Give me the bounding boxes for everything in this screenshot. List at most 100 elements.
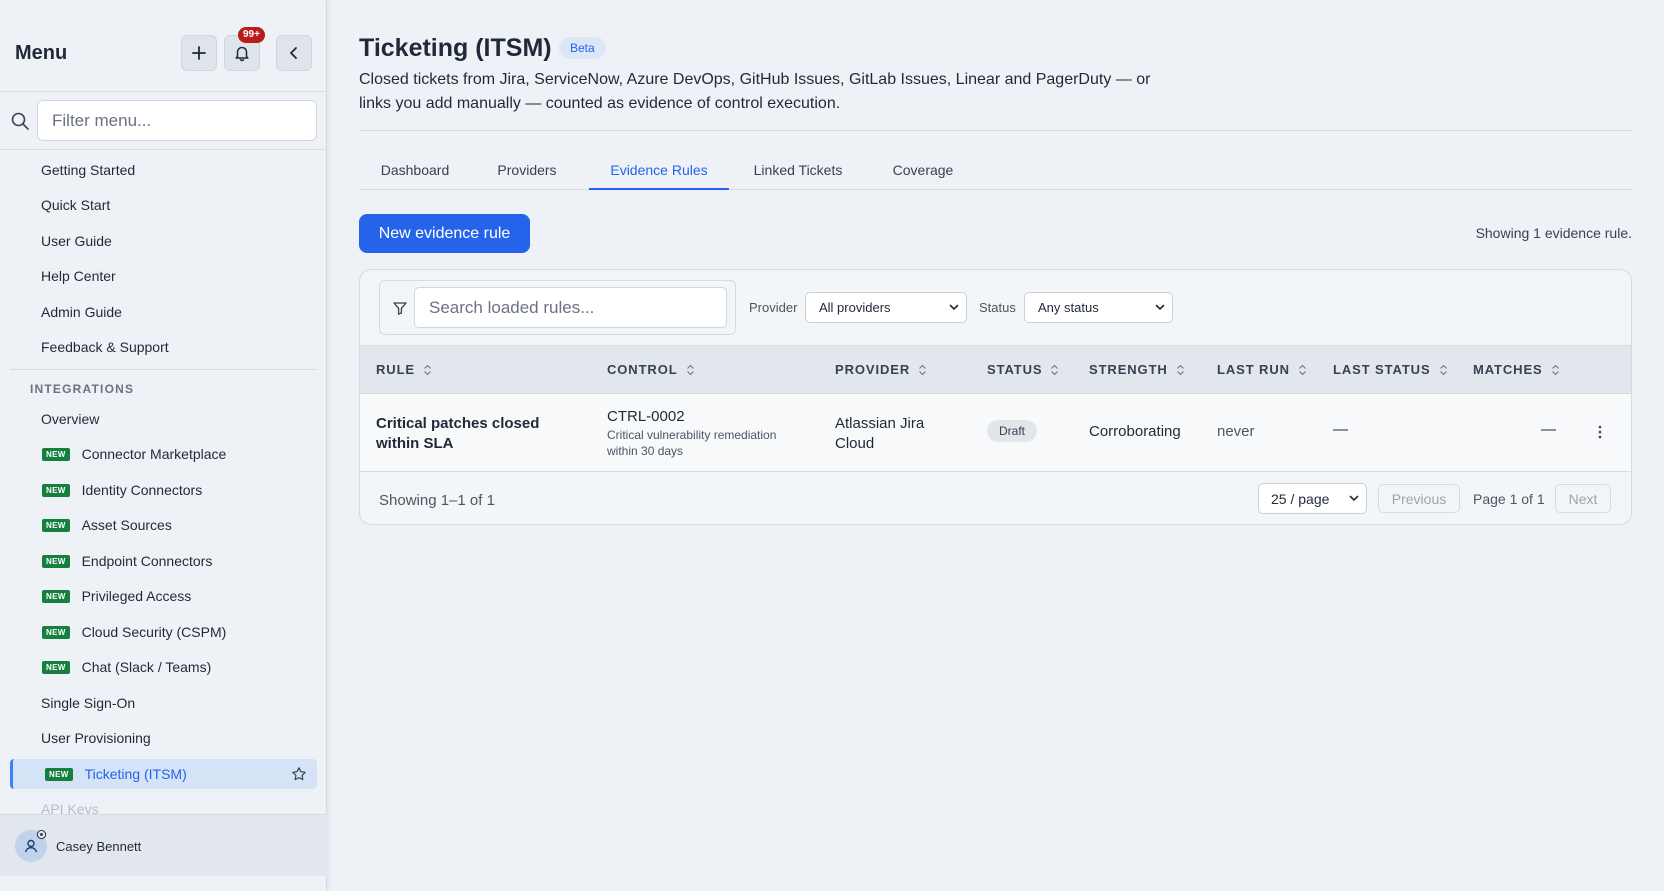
sidebar-item-privileged-access[interactable]: NEW Privileged Access [10,581,317,611]
tab-providers[interactable]: Providers [471,155,583,190]
column-header-last-status[interactable]: LAST STATUS [1333,362,1448,377]
next-page-button[interactable]: Next [1555,484,1611,513]
new-badge: NEW [42,660,70,674]
control-description: Critical vulnerability remediation withi… [607,428,777,458]
sidebar-item-label: Cloud Security (CSPM) [81,624,227,640]
sidebar-divider [10,369,317,370]
chevron-down-icon [1349,495,1359,502]
status-select-value: Any status [1038,300,1099,315]
sidebar-search [0,92,327,150]
search-icon [11,112,29,130]
sidebar-item-label: Chat (Slack / Teams) [81,659,212,675]
column-label: STATUS [987,362,1043,377]
search-rules-input[interactable] [414,287,727,328]
last-run-value: never [1217,423,1255,440]
sidebar-item-single-sign-on[interactable]: Single Sign-On [10,688,317,718]
new-badge: NEW [45,767,73,781]
sidebar-item-label: User Provisioning [41,730,151,746]
pagination-summary: Showing 1–1 of 1 [379,492,495,509]
sidebar-item-quick-start[interactable]: Quick Start [10,190,317,220]
sort-icon [1551,364,1559,375]
tab-evidence-rules[interactable]: Evidence Rules [589,155,729,190]
status-select[interactable]: Any status [1024,292,1173,323]
sidebar-item-feedback-support[interactable]: Feedback & Support [10,332,317,362]
user-footer[interactable]: Casey Bennett [0,814,327,876]
provider-name: Atlassian Jira Cloud [835,415,925,452]
sidebar-item-api-keys[interactable]: API Keys [10,794,317,814]
new-badge: NEW [42,518,70,532]
column-header-strength[interactable]: STRENGTH [1089,362,1185,377]
sidebar-nav: Getting Started Quick Start User Guide H… [0,152,327,814]
last-status-value: — [1333,421,1348,438]
sidebar-item-label: Overview [41,411,100,427]
chevron-down-icon [949,304,959,311]
new-badge: NEW [42,554,70,568]
sidebar-item-label: Admin Guide [41,304,122,320]
sort-icon [686,364,694,375]
beta-badge: Beta [559,37,606,59]
sidebar-item-label: Help Center [41,268,116,284]
sidebar-item-asset-sources[interactable]: NEW Asset Sources [10,510,317,540]
sidebar-item-chat[interactable]: NEW Chat (Slack / Teams) [10,652,317,682]
new-evidence-rule-button[interactable]: New evidence rule [359,214,530,253]
rule-name[interactable]: Critical patches closed within SLA [376,414,576,454]
column-header-matches[interactable]: MATCHES [1473,362,1560,377]
sidebar-item-identity-connectors[interactable]: NEW Identity Connectors [10,475,317,505]
tab-linked-tickets[interactable]: Linked Tickets [729,155,867,190]
filter-menu-input[interactable] [37,100,317,141]
sidebar-item-overview[interactable]: Overview [10,404,317,434]
sidebar-item-label: User Guide [41,233,112,249]
page-subtitle: Closed tickets from Jira, ServiceNow, Az… [359,71,1151,112]
provider-select[interactable]: All providers [805,292,967,323]
star-icon[interactable] [291,766,307,782]
sort-icon [424,364,431,375]
sidebar-title: Menu [15,42,68,64]
rules-table-card: Provider All providers Status Any status… [359,269,1632,525]
sidebar-item-admin-guide[interactable]: Admin Guide [10,297,317,327]
new-badge: NEW [42,483,70,497]
section-integrations: INTEGRATIONS [30,382,135,396]
plus-icon [192,46,206,60]
sidebar-item-help-center[interactable]: Help Center [10,261,317,291]
sidebar: Menu 99+ Getting Started Quick Start Use… [0,0,327,891]
sidebar-item-label: Identity Connectors [81,482,203,498]
sidebar-item-user-provisioning[interactable]: User Provisioning [10,723,317,753]
sidebar-item-label: Feedback & Support [41,339,169,355]
column-header-last-run[interactable]: LAST RUN [1217,362,1307,377]
sidebar-item-connector-marketplace[interactable]: NEW Connector Marketplace [10,439,317,469]
column-label: RULE [376,362,415,377]
sort-icon [919,364,926,375]
provider-select-value: All providers [819,300,891,315]
column-header-control[interactable]: CONTROL [607,362,695,377]
notification-badge: 99+ [238,27,265,43]
sort-icon [1051,364,1059,375]
sidebar-item-ticketing[interactable]: NEW Ticketing (ITSM) [10,759,317,789]
tabs: Dashboard Providers Evidence Rules Linke… [359,155,1632,190]
per-page-select[interactable]: 25 / page [1258,483,1367,514]
page-title: Ticketing (ITSM) [359,34,552,62]
sidebar-item-cloud-security[interactable]: NEW Cloud Security (CSPM) [10,617,317,647]
previous-page-button[interactable]: Previous [1378,484,1460,513]
status-filter-label: Status [979,300,1016,315]
sidebar-item-label: Privileged Access [81,588,192,604]
page-indicator: Page 1 of 1 [1473,491,1545,507]
sidebar-item-label: Quick Start [41,197,111,213]
sidebar-item-endpoint-connectors[interactable]: NEW Endpoint Connectors [10,546,317,576]
more-actions-icon[interactable] [1592,424,1608,440]
column-header-status[interactable]: STATUS [987,362,1059,377]
tab-coverage[interactable]: Coverage [867,155,979,190]
sidebar-item-label: Single Sign-On [41,695,136,711]
column-label: PROVIDER [835,362,911,377]
collapse-sidebar-button[interactable] [276,35,312,71]
add-button[interactable] [181,35,217,71]
column-header-rule[interactable]: RULE [376,362,432,377]
tab-dashboard[interactable]: Dashboard [359,155,471,190]
sidebar-item-getting-started[interactable]: Getting Started [10,155,317,185]
new-badge: NEW [42,625,70,639]
column-header-provider[interactable]: PROVIDER [835,362,927,377]
column-label: LAST RUN [1217,362,1290,377]
sidebar-item-user-guide[interactable]: User Guide [10,226,317,256]
new-badge: NEW [42,447,70,461]
chevron-left-icon [290,47,297,59]
table-row[interactable]: Critical patches closed within SLA CTRL-… [360,394,1631,472]
